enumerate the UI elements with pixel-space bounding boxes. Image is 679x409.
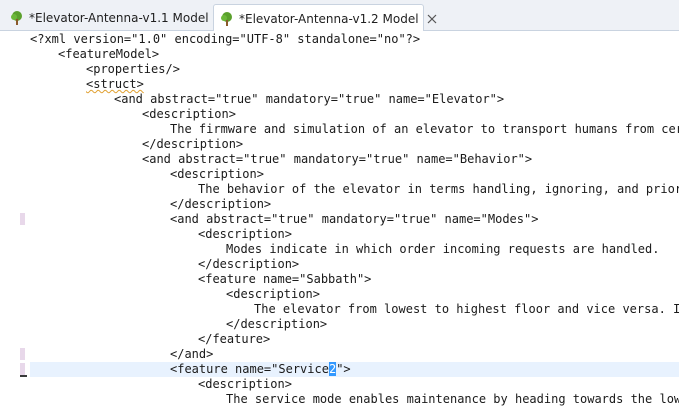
code-line: The firmware and simulation of an elevat… [170, 122, 679, 136]
code-line: </and> [170, 347, 214, 361]
code-line: </description> [142, 137, 244, 151]
current-code-line: <feature name="Service2"> [30, 362, 679, 377]
close-icon[interactable] [427, 14, 437, 24]
change-marker [20, 363, 25, 375]
code-line: <description> [170, 167, 264, 181]
tab-label: *Elevator-Antenna-v1.1 Model [29, 10, 209, 25]
code-line: <properties/> [86, 62, 180, 76]
code-line: <feature name="Sabbath"> [198, 272, 372, 286]
code-line: <and abstract="true" mandatory="true" na… [170, 212, 539, 226]
code-line: <description> [198, 227, 292, 241]
xml-source-editor[interactable]: <?xml version="1.0" encoding="UTF-8" sta… [0, 31, 679, 409]
tab-label: *Elevator-Antenna-v1.2 Model [239, 11, 419, 26]
code-line: <description> [226, 287, 320, 301]
code-line: </description> [226, 317, 328, 331]
code-line: Modes indicate in which order incoming r… [226, 242, 660, 256]
code-line: <and abstract="true" mandatory="true" na… [114, 92, 505, 106]
code-line: </description> [198, 257, 300, 271]
tree-icon [221, 11, 232, 26]
code-line: <description> [198, 377, 292, 391]
editor-tab-bar: *Elevator-Antenna-v1.1 Model *Elevator-A… [0, 0, 679, 32]
tab-elevator-antenna-v1-2[interactable]: *Elevator-Antenna-v1.2 Model [213, 4, 436, 32]
code-line: <description> [142, 107, 236, 121]
code-line: The elevator from lowest to highest floo… [254, 302, 679, 316]
tab-elevator-antenna-v1-1[interactable]: *Elevator-Antenna-v1.1 Model [4, 4, 211, 31]
code-line: <featureModel> [58, 47, 160, 61]
code-line: </feature> [198, 332, 271, 346]
tree-icon [11, 10, 22, 25]
code-line: </description> [170, 197, 272, 211]
code-line: The behavior of the elevator in terms ha… [198, 182, 679, 196]
code-line: <struct> [86, 77, 144, 91]
code-line: <and abstract="true" mandatory="true" na… [142, 152, 533, 166]
code-line: The service mode enables maintenance by … [226, 392, 679, 406]
code-line: <?xml version="1.0" encoding="UTF-8" sta… [30, 32, 421, 46]
